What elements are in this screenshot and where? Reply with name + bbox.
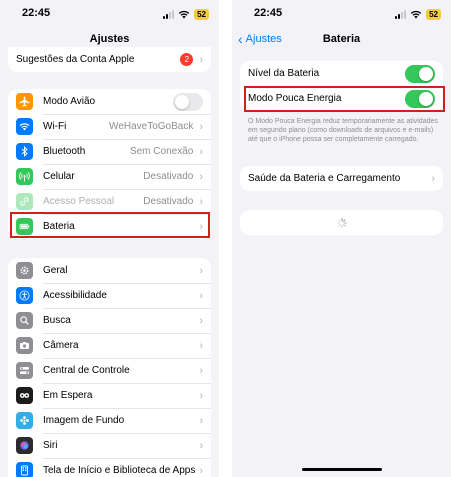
chevron-right-icon: ›	[199, 339, 203, 352]
settings-row-geral[interactable]: Geral ›	[8, 258, 211, 283]
back-button[interactable]: ‹ Ajustes	[238, 28, 282, 50]
wallpaper-icon	[16, 412, 33, 429]
general-group: Geral › Acessibilidade › Busca › Câmera › Centra…	[8, 258, 211, 477]
chevron-right-icon: ›	[431, 172, 435, 185]
search-icon	[16, 312, 33, 329]
chevron-right-icon: ›	[199, 439, 203, 452]
settings-row-camera[interactable]: Câmera ›	[8, 333, 211, 358]
status-bar: 22:45 52	[0, 0, 219, 26]
settings-row-modo-aviao[interactable]: Modo Avião	[8, 89, 211, 114]
settings-row-label: Busca	[43, 315, 71, 326]
chevron-right-icon: ›	[199, 145, 203, 158]
settings-row-wi-fi[interactable]: Wi-Fi WeHaveToGoBack ›	[8, 114, 211, 139]
status-bar: 22:45 52	[232, 0, 451, 26]
settings-row-label: Wi-Fi	[43, 121, 67, 132]
cellular-signal-icon	[395, 9, 407, 19]
chevron-right-icon: ›	[199, 53, 203, 66]
settings-row-tela-de-inicio-e-biblioteca-de-apps[interactable]: Tela de Início e Biblioteca de Apps ›	[8, 458, 211, 477]
battery-health-label: Saúde da Bateria e Carregamento	[248, 173, 401, 184]
settings-row-bluetooth[interactable]: Bluetooth Sem Conexão ›	[8, 139, 211, 164]
highlight-box	[244, 86, 445, 112]
settings-row-siri[interactable]: Siri ›	[8, 433, 211, 458]
settings-row-acessibilidade[interactable]: Acessibilidade ›	[8, 283, 211, 308]
settings-row-value: Sem Conexão	[129, 146, 194, 157]
notification-badge: 2	[180, 53, 194, 66]
chevron-left-icon: ‹	[238, 31, 243, 47]
settings-row-label: Celular	[43, 171, 75, 182]
chevron-right-icon: ›	[199, 414, 203, 427]
battery-health-group: Saúde da Bateria e Carregamento ›	[240, 166, 443, 191]
low-power-description: O Modo Pouca Energia reduz temporariamen…	[248, 118, 438, 143]
account-suggestions-label: Sugestões da Conta Apple	[16, 54, 135, 65]
nav-bar: ‹ Ajustes Bateria	[232, 28, 451, 50]
chevron-right-icon: ›	[199, 120, 203, 133]
battery-status-icon: 52	[426, 8, 441, 20]
settings-row-imagem-de-fundo[interactable]: Imagem de Fundo ›	[8, 408, 211, 433]
settings-row-label: Siri	[43, 440, 58, 451]
highlight-box	[10, 212, 210, 238]
chevron-right-icon: ›	[199, 464, 203, 477]
settings-row-label: Em Espera	[43, 390, 93, 401]
settings-row-label: Acesso Pessoal	[43, 196, 115, 207]
wifi-icon	[16, 118, 33, 135]
chevron-right-icon: ›	[199, 364, 203, 377]
chevron-right-icon: ›	[199, 170, 203, 183]
status-time: 22:45	[254, 7, 283, 19]
control-center-icon	[16, 362, 33, 379]
battery-percentage-toggle[interactable]	[405, 64, 435, 83]
chevron-right-icon: ›	[199, 389, 203, 402]
settings-row-value: Desativado	[143, 171, 194, 182]
settings-screen: 22:45 52 Ajustes Sugestões da Conta Appl…	[0, 0, 219, 477]
settings-row-label: Bluetooth	[43, 146, 86, 157]
standby-icon	[16, 387, 33, 404]
status-time: 22:45	[22, 7, 51, 19]
wifi-status-icon	[178, 10, 190, 19]
cellular-signal-icon	[163, 9, 175, 19]
accessibility-icon	[16, 287, 33, 304]
page-title: Bateria	[322, 33, 361, 45]
airplane-icon	[16, 93, 33, 110]
home-indicator	[302, 468, 382, 471]
settings-row-celular[interactable]: Celular Desativado ›	[8, 164, 211, 189]
battery-percentage-label: Nível da Bateria	[248, 68, 320, 79]
modo-aviao-toggle[interactable]	[173, 92, 203, 111]
link-icon	[16, 193, 33, 210]
siri-icon	[16, 437, 33, 454]
battery-status-icon: 52	[194, 8, 209, 20]
battery-screen: 22:45 52 ‹ Ajustes Bateria Nível da Bate…	[232, 0, 451, 477]
home-screen-icon	[16, 462, 33, 477]
settings-row-label: Imagem de Fundo	[43, 415, 125, 426]
loading-group	[240, 210, 443, 235]
back-label: Ajustes	[245, 33, 282, 45]
settings-row-label: Câmera	[43, 340, 79, 351]
settings-row-acesso-pessoal[interactable]: Acesso Pessoal Desativado ›	[8, 189, 211, 214]
loading-spinner-icon	[336, 217, 347, 228]
settings-row-value: WeHaveToGoBack	[109, 121, 194, 132]
chevron-right-icon: ›	[199, 314, 203, 327]
bluetooth-icon	[16, 143, 33, 160]
page-title: Ajustes	[89, 33, 130, 45]
account-group: Sugestões da Conta Apple 2 ›	[8, 47, 211, 72]
antenna-icon	[16, 168, 33, 185]
settings-row-label: Central de Controle	[43, 365, 130, 376]
wifi-status-icon	[410, 10, 422, 19]
battery-percentage-row: Nível da Bateria	[240, 61, 443, 86]
settings-row-em-espera[interactable]: Em Espera ›	[8, 383, 211, 408]
account-suggestions-row[interactable]: Sugestões da Conta Apple 2 ›	[8, 47, 211, 72]
settings-row-label: Tela de Início e Biblioteca de Apps	[43, 465, 196, 476]
settings-row-busca[interactable]: Busca ›	[8, 308, 211, 333]
settings-row-central-de-controle[interactable]: Central de Controle ›	[8, 358, 211, 383]
settings-row-label: Geral	[43, 265, 68, 276]
settings-row-label: Modo Avião	[43, 96, 96, 107]
gear-icon	[16, 262, 33, 279]
chevron-right-icon: ›	[199, 195, 203, 208]
settings-row-label: Acessibilidade	[43, 290, 107, 301]
chevron-right-icon: ›	[199, 264, 203, 277]
settings-row-value: Desativado	[143, 196, 194, 207]
chevron-right-icon: ›	[199, 289, 203, 302]
camera-icon	[16, 337, 33, 354]
battery-health-row[interactable]: Saúde da Bateria e Carregamento ›	[240, 166, 443, 191]
